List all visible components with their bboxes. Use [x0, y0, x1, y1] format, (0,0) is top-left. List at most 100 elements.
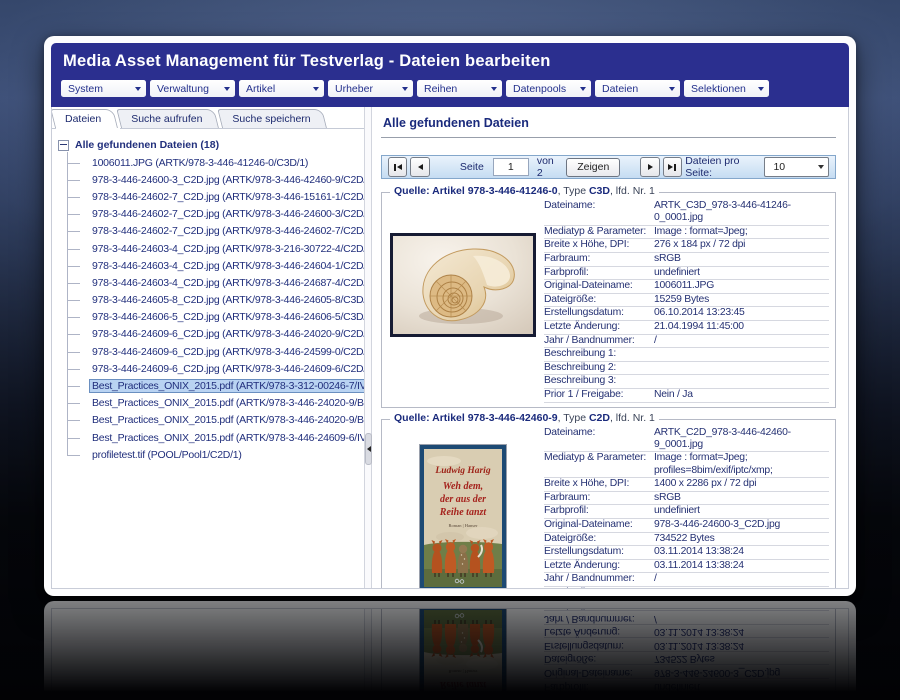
tab-suche-speichern[interactable]: Suche speichern — [222, 109, 327, 128]
field-label: Original-Dateiname: — [544, 280, 633, 292]
tree-item[interactable]: Best_Practices_ONIX_2015.pdf (ARTK/978-3… — [58, 377, 364, 394]
menu-dropdown-urheber[interactable]: Urheber — [328, 80, 413, 97]
field-label: Dateigröße: — [544, 532, 597, 544]
field-row: Erstellungsdatum: 06.10.2014 13:23:45 — [544, 307, 829, 321]
field-row: Jahr / Bandnummer: / — [544, 610, 829, 624]
tree-item[interactable]: 978-3-446-24603-4_C2D.jpg (ARTK/978-3-44… — [58, 257, 364, 274]
field-label: Original-Dateiname: — [544, 518, 633, 530]
show-page-button[interactable]: Zeigen — [566, 157, 621, 177]
field-value: undefiniert — [654, 266, 700, 278]
tab-dateien[interactable]: Dateien — [55, 109, 121, 129]
field-label: Breite x Höhe, DPI: — [544, 478, 630, 490]
page-of-label: von 2 — [536, 155, 554, 179]
tree-item[interactable]: Best_Practices_ONIX_2015.pdf (ARTK/978-3… — [58, 429, 364, 446]
tree-item[interactable]: profiletest.tif (POOL/Pool1/C2D/1) — [58, 446, 362, 463]
menu-dropdown-dateien[interactable]: Dateien — [595, 80, 680, 97]
field-row: Jahr / Bandnummer: / — [544, 335, 829, 349]
previous-page-button[interactable] — [410, 157, 430, 177]
field-row: Mediatyp & Parameter: Image : format=Jpe… — [544, 226, 829, 240]
cover-title-1: Weh dem, — [443, 481, 483, 492]
tree-item[interactable]: 978-3-446-24609-6_C2D.jpg (ARTK/978-3-44… — [58, 326, 364, 343]
record-legend: Quelle: Artikel 978-3-446-41246-0, Type … — [390, 185, 659, 197]
app-window: Media Asset Management für Testverlag - … — [44, 36, 856, 596]
field-value: / — [654, 612, 657, 624]
cover-title-3: Reihe tanzt — [439, 507, 488, 518]
field-row: Mediatyp & Parameter: Image : format=Jpe… — [544, 452, 829, 479]
field-label: Erstellungsdatum: — [544, 307, 624, 319]
tab-suche-aufrufen[interactable]: Suche aufrufen — [121, 109, 219, 128]
tree-item[interactable]: 978-3-446-24603-4_C2D.jpg (ARTK/978-3-21… — [58, 240, 364, 257]
field-value: 276 x 184 px / 72 dpi — [654, 239, 746, 251]
chevron-down-icon — [818, 165, 825, 169]
collapse-icon[interactable] — [58, 139, 69, 151]
nautilus-shell-thumbnail[interactable] — [390, 233, 536, 337]
tree-item[interactable]: 978-3-446-24603-4_C2D.jpg (ARTK/978-3-44… — [58, 274, 364, 291]
collapse-left-icon — [366, 446, 371, 452]
pane-splitter[interactable] — [364, 107, 372, 588]
field-value: 734522 Bytes — [654, 532, 715, 544]
file-tree: Alle gefundenen Dateien (18) 1006011.JPG… — [52, 609, 364, 700]
field-row: Beschreibung 1: — [544, 348, 829, 362]
chevron-down-icon — [224, 86, 230, 91]
tree-item[interactable]: 978-3-446-24606-5_C2D.jpg (ARTK/978-3-44… — [58, 309, 364, 326]
first-page-icon — [393, 163, 396, 171]
tree-item[interactable]: Best_Practices_ONIX_2015.pdf (ARTK/978-3… — [58, 395, 364, 412]
field-label: Letzte Änderung: — [544, 559, 620, 571]
menu-dropdown-artikel[interactable]: Artikel — [239, 80, 324, 97]
chevron-down-icon — [313, 86, 319, 91]
tree-item[interactable]: 978-3-446-24609-6_C2D.jpg (ARTK/978-3-44… — [58, 343, 364, 360]
tree-item[interactable]: 978-3-446-24602-7_C2D.jpg (ARTK/978-3-44… — [58, 223, 364, 240]
tree-item[interactable]: 978-3-446-24602-7_C2D.jpg (ARTK/978-3-44… — [58, 206, 364, 223]
field-row: Beschreibung 1: — [544, 587, 829, 588]
splitter-collapse-handle[interactable] — [365, 433, 372, 465]
field-row: Beschreibung 3: — [544, 375, 829, 389]
results-pane: Alle gefundenen Dateien Seite von 2 Zeig… — [372, 609, 848, 700]
chevron-down-icon — [758, 86, 764, 91]
field-value: ARTK_C3D_978-3-446-41246-0_0001.jpg — [654, 200, 791, 224]
field-row: Farbraum: sRGB — [544, 691, 829, 700]
tree-item[interactable]: 978-3-446-24600-3_C2D.jpg (ARTK/978-3-44… — [58, 171, 364, 188]
field-row: Letzte Änderung: 03.11.2014 13:38:24 — [544, 623, 829, 638]
menu-dropdown-reihen[interactable]: Reihen — [417, 80, 502, 97]
cover-title-2: der aus der — [440, 494, 486, 505]
last-page-icon — [668, 164, 674, 170]
field-label: Dateigröße: — [544, 293, 597, 305]
record-list: Quelle: Artikel 978-3-446-41246-0, Type … — [381, 185, 836, 588]
per-page-select[interactable]: 10 — [764, 157, 830, 177]
per-page-label: Dateien pro Seite: — [685, 155, 740, 179]
tree-item[interactable]: 978-3-446-24609-6_C2D.jpg (ARTK/978-3-44… — [58, 360, 364, 377]
tree-item[interactable]: 1006011.JPG (ARTK/978-3-446-41246-0/C3D/… — [58, 154, 362, 171]
menu-dropdown-datenpools[interactable]: Datenpools — [506, 80, 591, 97]
book-cover-thumbnail[interactable]: Ludwig Harig Weh dem, der aus der Reihe … — [420, 444, 506, 588]
page-number-input[interactable] — [492, 158, 529, 176]
field-value: Image : format=Jpeg; — [654, 225, 748, 237]
left-pane: Dateien Suche aufrufen Suche speichern A… — [52, 609, 364, 700]
field-value: / — [654, 334, 657, 346]
last-page-button[interactable] — [662, 157, 683, 177]
chevron-down-icon — [135, 86, 141, 91]
next-page-button[interactable] — [640, 157, 660, 177]
record-list: Quelle: Artikel 978-3-446-41246-0, Type … — [381, 609, 836, 700]
field-label: Erstellungsdatum: — [544, 639, 624, 651]
field-value: 1400 x 2286 px / 72 dpi — [654, 478, 757, 490]
menu-dropdown-system[interactable]: System — [61, 80, 146, 97]
first-page-button[interactable] — [388, 157, 408, 177]
field-row: Original-Dateiname: 978-3-446-24600-3_C2… — [544, 519, 829, 533]
field-value: 03.11.2014 13:38:24 — [654, 639, 744, 651]
tree-root-label: Alle gefundenen Dateien (18) — [75, 139, 220, 151]
app-window: Media Asset Management für Testverlag - … — [44, 601, 856, 700]
field-value: undefiniert — [654, 680, 700, 692]
window-title: Media Asset Management für Testverlag - … — [63, 52, 551, 70]
menu-dropdown-selektionen[interactable]: Selektionen — [684, 80, 769, 97]
field-row: Breite x Höhe, DPI: 1400 x 2286 px / 72 … — [544, 478, 829, 492]
field-value: sRGB — [654, 253, 681, 264]
tree-item[interactable]: 978-3-446-24605-8_C2D.jpg (ARTK/978-3-44… — [58, 292, 364, 309]
menu-dropdown-verwaltung[interactable]: Verwaltung — [150, 80, 235, 97]
field-value: 734522 Bytes — [654, 653, 715, 665]
content-area: Dateien Suche aufrufen Suche speichern A… — [51, 608, 849, 700]
field-row: Farbprofil: undefiniert — [544, 267, 829, 281]
field-row: Dateiname: ARTK_C2D_978-3-446-42460-9_00… — [544, 427, 829, 453]
field-value: 03.11.2014 13:38:24 — [654, 626, 744, 638]
tree-item[interactable]: 978-3-446-24602-7_C2D.jpg (ARTK/978-3-44… — [58, 188, 364, 205]
tree-item[interactable]: Best_Practices_ONIX_2015.pdf (ARTK/978-3… — [58, 412, 364, 429]
